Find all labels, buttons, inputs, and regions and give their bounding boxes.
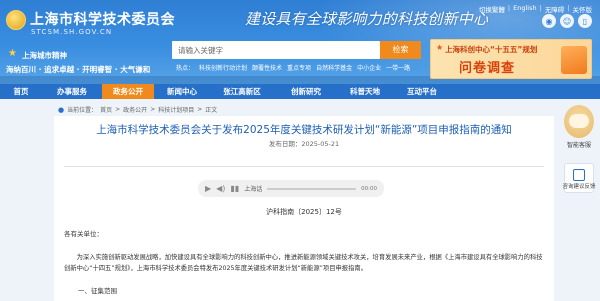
hot-link[interactable]: 科技创新行动计划 bbox=[199, 63, 247, 72]
hot-label: 热点： bbox=[176, 65, 195, 72]
star-icon: ★ bbox=[436, 43, 444, 52]
nav-interaction[interactable]: 互动平台 bbox=[392, 84, 452, 99]
slogan-banner: 建设具有全球影响力的科技创新中心 bbox=[245, 10, 489, 28]
wechat-icon[interactable]: ☺ bbox=[560, 14, 574, 28]
survey-promo-banner[interactable]: ★ 上海科创中心“十五五”规划 问卷调查 bbox=[430, 39, 592, 79]
nav-news[interactable]: 新闻中心 bbox=[154, 84, 210, 99]
salutation: 各有关单位： bbox=[64, 230, 103, 238]
breadcrumb-home[interactable]: 首页 bbox=[100, 105, 112, 114]
city-spirit-text: 海纳百川 · 追求卓越 · 开明睿智 · 大气谦和 bbox=[6, 65, 151, 74]
breadcrumb-label: 当前位置： bbox=[67, 107, 98, 114]
assistant-label[interactable]: 智能客服 bbox=[558, 140, 600, 149]
feedback-icon bbox=[573, 169, 585, 181]
nav-services[interactable]: 办事服务 bbox=[42, 84, 102, 99]
promo-illustration bbox=[561, 46, 587, 74]
breadcrumb-separator: > bbox=[150, 106, 156, 113]
elder-care-link[interactable]: 关怀版 bbox=[573, 4, 593, 14]
section-heading: 一、征集范围 bbox=[78, 287, 117, 295]
pause-icon[interactable]: ▮▮ bbox=[230, 184, 239, 193]
hot-link[interactable]: 一带一路 bbox=[386, 63, 410, 72]
document-number: 沪科指南〔2025〕12号 bbox=[266, 208, 342, 216]
social-icons: ◉ ☺ ▯ bbox=[542, 14, 592, 28]
breadcrumb: ● 当前位置： 首页 > 政务公开 > 科技计划项目 > 正文 bbox=[58, 105, 218, 115]
article-panel: 上海市科学技术委员会关于发布2025年度关键技术研发计划“新能源”项目申报指南的… bbox=[54, 116, 554, 301]
breadcrumb-government-info[interactable]: 政务公开 bbox=[123, 105, 147, 114]
promo-title: 上海科创中心“十五五”规划 bbox=[445, 45, 538, 54]
promo-subtitle: 问卷调查 bbox=[459, 61, 516, 76]
publish-date: 发布日期：2025-05-21 bbox=[268, 140, 340, 148]
emblem-icon[interactable] bbox=[6, 10, 26, 30]
hot-link[interactable]: 重点专项 bbox=[287, 63, 311, 72]
play-icon[interactable]: ▶ bbox=[205, 184, 211, 193]
article-title: 上海市科学技术委员会关于发布2025年度关键技术研发计划“新能源”项目申报指南的… bbox=[96, 124, 512, 136]
hot-link[interactable]: 自然科学基金 bbox=[316, 63, 352, 72]
breadcrumb-separator: > bbox=[115, 106, 121, 113]
location-pin-icon: ● bbox=[58, 105, 65, 114]
divider bbox=[64, 166, 544, 167]
search-button[interactable]: 检索 bbox=[380, 41, 421, 59]
search-input[interactable]: 请输入关键字 bbox=[172, 41, 380, 59]
separator: | bbox=[567, 4, 570, 12]
assistant-face bbox=[569, 114, 589, 128]
audio-progress-bar[interactable] bbox=[267, 187, 357, 190]
traditional-chinese-link[interactable]: 切换繁體 bbox=[479, 4, 505, 14]
page: 上海市科学技术委员会 STCSM.SH.GOV.CN 建设具有全球影响力的科技创… bbox=[0, 0, 600, 301]
separator: | bbox=[507, 4, 511, 12]
dialect-toggle[interactable]: 上海话 bbox=[244, 184, 262, 193]
audio-time: 00:00 bbox=[361, 185, 377, 192]
audio-player: ▶ ◀) ▮▮ 上海话 00:00 bbox=[198, 180, 384, 197]
top-links: 切换繁體 | English | 无障碍 | 关怀版 bbox=[479, 4, 592, 14]
nav-zhangjiang[interactable]: 张江高新区 bbox=[210, 84, 274, 99]
feedback-label[interactable]: 咨询建议反馈 bbox=[558, 182, 600, 190]
nav-innovation-research[interactable]: 创新研究 bbox=[274, 84, 338, 99]
accessibility-link[interactable]: 无障碍 bbox=[545, 4, 565, 14]
hot-link[interactable]: 颠覆性技术 bbox=[252, 63, 282, 72]
breadcrumb-current: 正文 bbox=[205, 107, 218, 114]
star-icon: ★ bbox=[8, 48, 17, 59]
english-link[interactable]: English bbox=[513, 4, 536, 14]
volume-icon[interactable]: ◀) bbox=[216, 184, 225, 193]
breadcrumb-separator: > bbox=[197, 106, 203, 113]
city-spirit-title: 上海城市精神 bbox=[22, 51, 67, 60]
separator: | bbox=[539, 4, 542, 12]
mobile-icon[interactable]: ▯ bbox=[578, 14, 592, 28]
site-title[interactable]: 上海市科学技术委员会 bbox=[30, 9, 175, 29]
breadcrumb-projects[interactable]: 科技计划项目 bbox=[158, 105, 194, 114]
nav-home[interactable]: 首页 bbox=[0, 84, 42, 99]
hot-link[interactable]: 中小企业 bbox=[357, 63, 381, 72]
nav-government-info[interactable]: 政务公开 bbox=[102, 84, 154, 99]
site-header: 上海市科学技术委员会 STCSM.SH.GOV.CN 建设具有全球影响力的科技创… bbox=[0, 0, 600, 86]
main-nav: 首页 办事服务 政务公开 新闻中心 张江高新区 创新研究 科普天地 互动平台 bbox=[0, 84, 600, 99]
hot-links: 热点： 科技创新行动计划 颠覆性技术 重点专项 自然科学基金 中小企业 一带一路 bbox=[176, 63, 410, 72]
site-url: STCSM.SH.GOV.CN bbox=[31, 28, 113, 36]
weibo-icon[interactable]: ◉ bbox=[542, 14, 556, 28]
nav-science-popularization[interactable]: 科普天地 bbox=[338, 84, 392, 99]
article-paragraph: 为深入实施创新驱动发展战略，加快建设具有全球影响力的科技创新中心，推进新能源领域… bbox=[64, 254, 543, 272]
